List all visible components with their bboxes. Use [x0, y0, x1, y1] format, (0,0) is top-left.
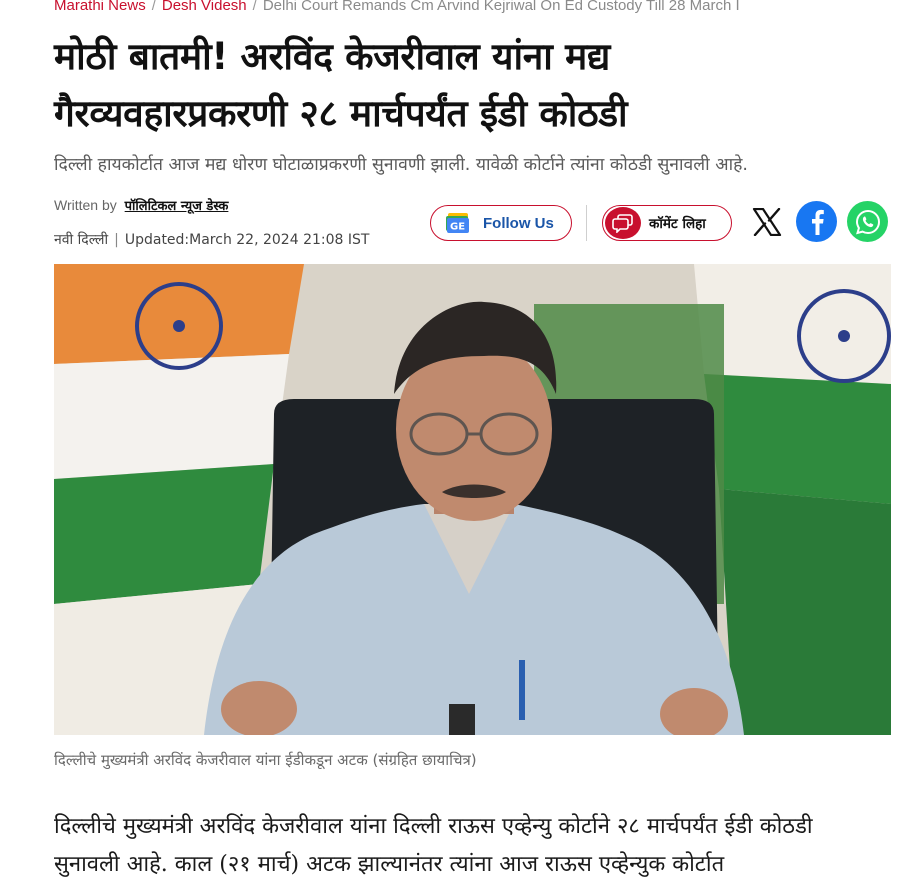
facebook-icon: [811, 209, 824, 235]
share-x-button[interactable]: [746, 201, 788, 243]
article-summary: दिल्ली हायकोर्टात आज मद्य धोरण घोटाळाप्र…: [54, 155, 748, 175]
location: नवी दिल्ली: [54, 232, 109, 248]
comment-button[interactable]: कॉमेंट लिहा: [602, 205, 732, 241]
byline: Written by पॉलिटिकल न्यूज डेस्क: [54, 196, 228, 216]
dateline: नवी दिल्ली | Updated:March 22, 2024 21:08 …: [54, 231, 369, 249]
article-body-paragraph: दिल्लीचे मुख्यमंत्री अरविंद केजरीवाल यां…: [54, 814, 813, 877]
breadcrumb-link-desh-videsh[interactable]: Desh Videsh: [162, 0, 247, 14]
breadcrumb-separator: /: [252, 0, 257, 14]
breadcrumb: Marathi News / Desh Videsh / Delhi Court Rem…: [54, 0, 897, 16]
follow-us-button[interactable]: GE Follow Us: [430, 205, 572, 241]
share-whatsapp-button[interactable]: [847, 201, 888, 242]
whatsapp-icon: [855, 209, 880, 234]
dateline-separator: |: [114, 232, 119, 248]
updated-timestamp: Updated:March 22, 2024 21:08 IST: [124, 232, 370, 248]
share-facebook-button[interactable]: [796, 201, 837, 242]
article-headline: मोठी बातमी! अरविंद केजरीवाल यांना मद्य ग…: [54, 35, 628, 135]
comment-icon: [605, 207, 641, 239]
x-icon: [752, 208, 782, 236]
comment-label: कॉमेंट लिहा: [649, 216, 706, 232]
article-hero-image: [54, 264, 891, 735]
follow-us-label: Follow Us: [483, 214, 554, 232]
google-news-icon: GE: [445, 213, 471, 233]
breadcrumb-separator: /: [151, 0, 156, 14]
author-link[interactable]: पॉलिटिकल न्यूज डेस्क: [125, 199, 229, 214]
action-divider: [586, 205, 587, 241]
breadcrumb-link-marathi-news[interactable]: Marathi News: [54, 0, 146, 14]
written-by-label: Written by: [54, 197, 117, 213]
breadcrumb-current: Delhi Court Remands Cm Arvind Kejriwal O…: [262, 0, 740, 14]
image-caption: दिल्लीचे मुख्यमंत्री अरविंद केजरीवाल यां…: [54, 751, 477, 769]
svg-text:GE: GE: [450, 222, 465, 233]
